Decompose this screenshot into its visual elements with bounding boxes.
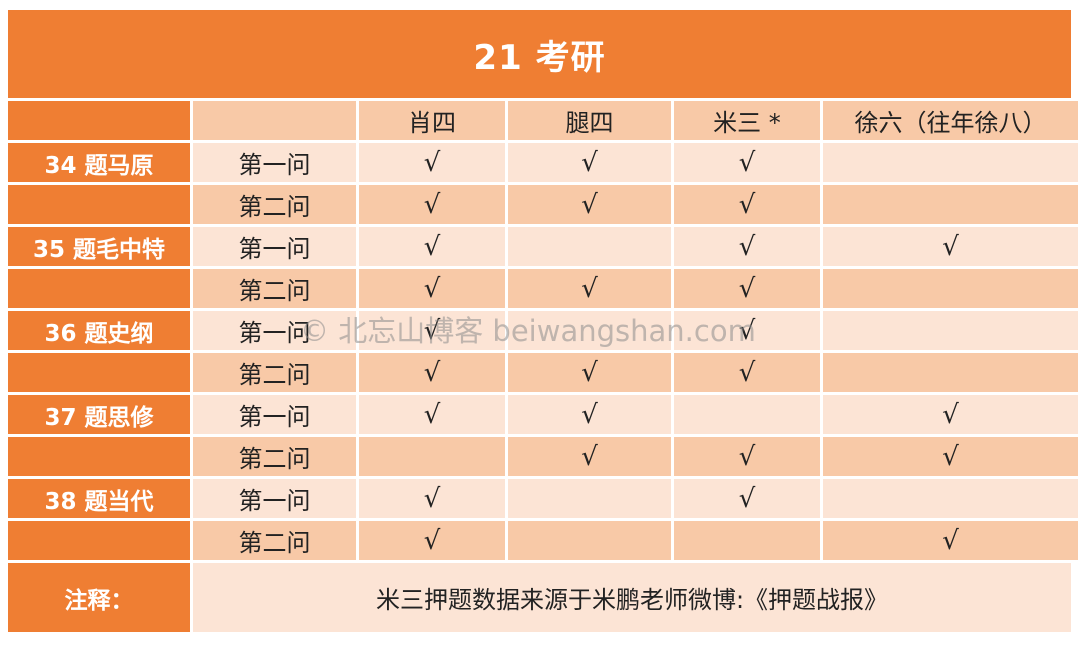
header-col-tuisi: 腿四 bbox=[508, 101, 671, 140]
row-question: 第一问 bbox=[193, 395, 356, 434]
check-cell bbox=[508, 311, 671, 350]
row-question: 第一问 bbox=[193, 311, 356, 350]
row-question: 第二问 bbox=[193, 269, 356, 308]
check-cell: √ bbox=[674, 269, 820, 308]
check-cell: √ bbox=[674, 437, 820, 476]
check-cell: √ bbox=[674, 479, 820, 518]
row-topic: 37 题思修 bbox=[8, 395, 190, 434]
check-cell: √ bbox=[823, 437, 1078, 476]
row-topic bbox=[8, 437, 190, 476]
row-question: 第二问 bbox=[193, 437, 356, 476]
check-cell: √ bbox=[674, 185, 820, 224]
header-col-xuliu: 徐六（往年徐八） bbox=[823, 101, 1078, 140]
check-cell: √ bbox=[359, 353, 505, 392]
note-row: 注释： 米三押题数据来源于米鹏老师微博:《押题战报》 bbox=[8, 563, 1071, 632]
check-cell bbox=[508, 521, 671, 560]
exam-table: 21 考研 肖四 腿四 米三 * 徐六（往年徐八） 34 题马原 第一问 √ √ √ 第二… bbox=[8, 10, 1078, 632]
row-question: 第二问 bbox=[193, 521, 356, 560]
check-cell: √ bbox=[823, 227, 1078, 266]
header-col-xiaosi: 肖四 bbox=[359, 101, 505, 140]
row-topic bbox=[8, 185, 190, 224]
check-cell: √ bbox=[508, 269, 671, 308]
check-cell bbox=[674, 521, 820, 560]
row-topic bbox=[8, 521, 190, 560]
check-cell: √ bbox=[508, 395, 671, 434]
check-cell bbox=[823, 143, 1078, 182]
row-topic: 38 题当代 bbox=[8, 479, 190, 518]
check-cell bbox=[823, 353, 1078, 392]
row-question: 第一问 bbox=[193, 227, 356, 266]
check-cell bbox=[823, 269, 1078, 308]
check-cell: √ bbox=[359, 143, 505, 182]
row-question: 第二问 bbox=[193, 353, 356, 392]
check-cell bbox=[508, 479, 671, 518]
header-corner bbox=[8, 101, 190, 140]
row-topic: 35 题毛中特 bbox=[8, 227, 190, 266]
note-text: 米三押题数据来源于米鹏老师微博:《押题战报》 bbox=[193, 563, 1071, 632]
check-cell: √ bbox=[674, 227, 820, 266]
check-cell bbox=[508, 227, 671, 266]
header-col-misan: 米三 * bbox=[674, 101, 820, 140]
row-topic: 36 题史纲 bbox=[8, 311, 190, 350]
check-cell: √ bbox=[508, 437, 671, 476]
check-cell bbox=[823, 185, 1078, 224]
row-topic: 34 题马原 bbox=[8, 143, 190, 182]
row-question: 第一问 bbox=[193, 479, 356, 518]
check-cell bbox=[674, 395, 820, 434]
check-cell bbox=[823, 479, 1078, 518]
check-cell: √ bbox=[359, 479, 505, 518]
check-cell bbox=[359, 437, 505, 476]
check-cell: √ bbox=[823, 395, 1078, 434]
check-cell: √ bbox=[674, 311, 820, 350]
note-label: 注释： bbox=[8, 563, 190, 632]
check-cell: √ bbox=[359, 395, 505, 434]
row-topic bbox=[8, 269, 190, 308]
table-grid: 肖四 腿四 米三 * 徐六（往年徐八） 34 题马原 第一问 √ √ √ 第二问 √ √ √ 35… bbox=[8, 101, 1078, 560]
check-cell: √ bbox=[359, 521, 505, 560]
check-cell: √ bbox=[359, 269, 505, 308]
check-cell: √ bbox=[359, 185, 505, 224]
check-cell: √ bbox=[508, 143, 671, 182]
check-cell: √ bbox=[359, 311, 505, 350]
check-cell: √ bbox=[823, 521, 1078, 560]
check-cell: √ bbox=[508, 353, 671, 392]
check-cell: √ bbox=[674, 143, 820, 182]
row-topic bbox=[8, 353, 190, 392]
table-title: 21 考研 bbox=[8, 10, 1071, 98]
check-cell: √ bbox=[359, 227, 505, 266]
check-cell: √ bbox=[508, 185, 671, 224]
check-cell: √ bbox=[674, 353, 820, 392]
row-question: 第二问 bbox=[193, 185, 356, 224]
row-question: 第一问 bbox=[193, 143, 356, 182]
header-question-col bbox=[193, 101, 356, 140]
check-cell bbox=[823, 311, 1078, 350]
